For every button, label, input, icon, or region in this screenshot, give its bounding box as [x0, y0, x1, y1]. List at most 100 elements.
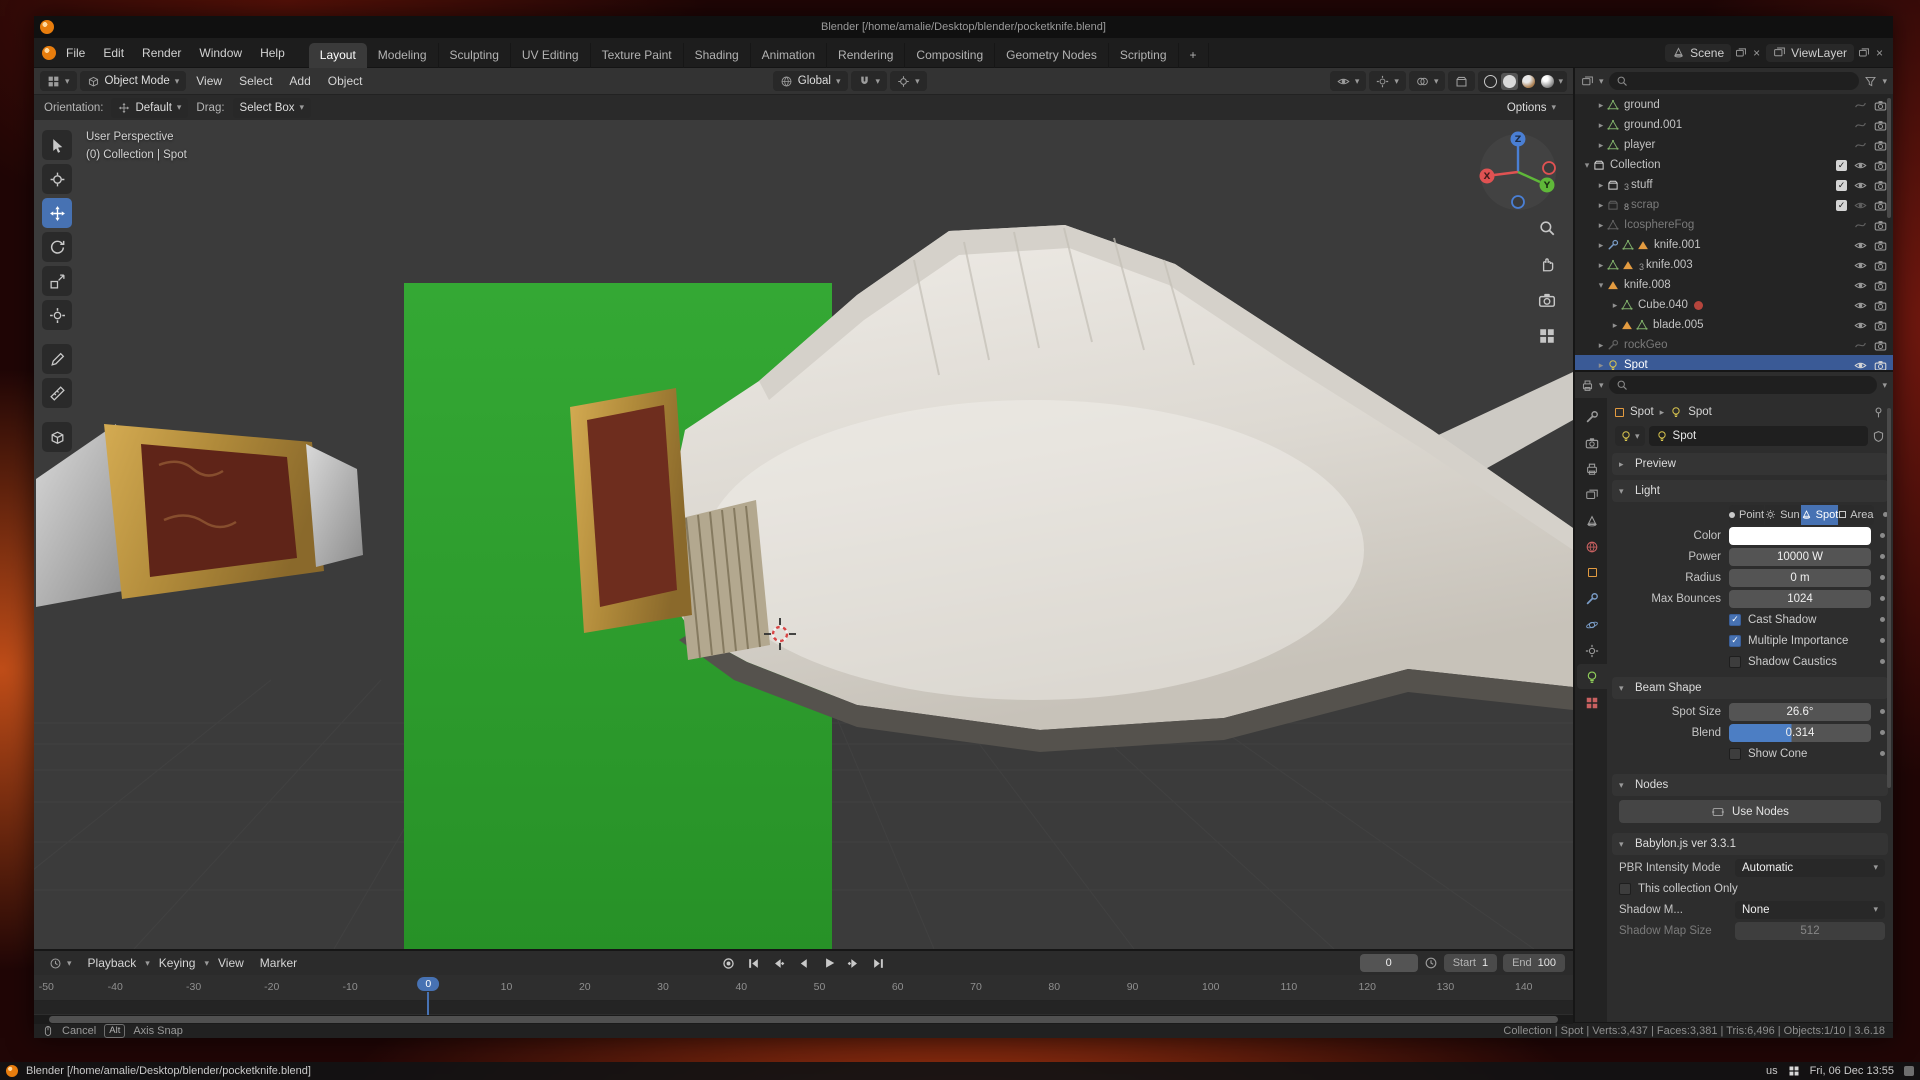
outliner-item-label[interactable]: player: [1624, 139, 1655, 151]
new-scene-icon[interactable]: [1735, 47, 1747, 59]
render-visibility-icon[interactable]: [1874, 139, 1887, 152]
prev-keyframe-button[interactable]: [768, 954, 790, 972]
section-light[interactable]: ▾ Light: [1612, 480, 1888, 502]
timeline-menu-view[interactable]: View: [211, 956, 251, 970]
properties-scrollbar[interactable]: [1887, 408, 1891, 788]
new-viewlayer-icon[interactable]: [1858, 47, 1870, 59]
animation-curve-icon[interactable]: [1854, 99, 1867, 112]
chevron-down-icon[interactable]: ▾: [1882, 76, 1887, 87]
filter-funnel-icon[interactable]: [1864, 75, 1877, 88]
breadcrumb-leaf[interactable]: Spot: [1688, 406, 1712, 418]
gizmo-x-neg-axis[interactable]: [1543, 162, 1555, 174]
spot-size-field[interactable]: 26.6°: [1729, 703, 1871, 721]
overlays-dropdown[interactable]: ▾: [1409, 71, 1446, 91]
section-babylon[interactable]: ▾ Babylon.js ver 3.3.1: [1612, 833, 1888, 855]
outliner-item-label[interactable]: knife.001: [1654, 239, 1701, 251]
properties-tab-scene[interactable]: [1577, 508, 1607, 533]
expand-arrow-icon[interactable]: ▸: [1595, 140, 1607, 151]
timeline-scrollbar-thumb[interactable]: [49, 1016, 1557, 1023]
show-cone-checkbox[interactable]: [1729, 748, 1741, 760]
show-desktop-widget[interactable]: [1904, 1066, 1914, 1076]
workspace-tab-scripting[interactable]: Scripting: [1109, 43, 1179, 68]
expand-arrow-icon[interactable]: ▸: [1595, 340, 1607, 351]
shading-material-button[interactable]: [1520, 73, 1537, 90]
outliner-item-label[interactable]: scrap: [1631, 199, 1659, 211]
outliner-item-label[interactable]: knife.003: [1646, 259, 1693, 271]
workspace-tab-layout[interactable]: Layout: [309, 43, 367, 68]
window-titlebar[interactable]: Blender [/home/amalie/Desktop/blender/po…: [34, 16, 1893, 38]
menu-file[interactable]: File: [58, 43, 93, 63]
outliner-row-knife-008[interactable]: ▾ knife.008: [1575, 275, 1893, 295]
render-visibility-icon[interactable]: [1874, 99, 1887, 112]
gizmo-z-neg-axis[interactable]: [1512, 196, 1524, 208]
pan-button[interactable]: [1535, 252, 1559, 276]
play-reverse-button[interactable]: [793, 954, 815, 972]
animate-dot[interactable]: [1880, 709, 1885, 714]
render-visibility-icon[interactable]: [1874, 299, 1887, 312]
render-visibility-icon[interactable]: [1874, 219, 1887, 232]
timeline-menu-playback[interactable]: Playback: [81, 956, 144, 970]
outliner-row-ground[interactable]: ▸ ground: [1575, 95, 1893, 115]
viewport-menu-object[interactable]: Object: [321, 74, 370, 88]
outliner-row-player[interactable]: ▸ player: [1575, 135, 1893, 155]
scale-tool[interactable]: [42, 266, 72, 296]
properties-tab-output[interactable]: [1577, 456, 1607, 481]
taskbar-clock[interactable]: Fri, 06 Dec 13:55: [1810, 1065, 1894, 1077]
light-type-spot[interactable]: Spot: [1801, 505, 1839, 525]
cast-shadow-checkbox[interactable]: ✓: [1729, 614, 1741, 626]
chevron-down-icon[interactable]: ▾: [1599, 76, 1604, 87]
outliner-row-collection[interactable]: ▾ Collection ✓: [1575, 155, 1893, 175]
animate-dot[interactable]: [1880, 659, 1885, 664]
shading-rendered-button[interactable]: [1539, 73, 1556, 90]
chevron-down-icon[interactable]: ▾: [1558, 76, 1563, 87]
eye-icon[interactable]: [1854, 159, 1867, 172]
timeline-editor-type-button[interactable]: ▾: [42, 953, 79, 973]
render-visibility-icon[interactable]: [1874, 359, 1887, 371]
properties-tab-physics[interactable]: [1577, 612, 1607, 637]
render-visibility-icon[interactable]: [1874, 279, 1887, 292]
chevron-down-icon[interactable]: ▾: [1599, 380, 1604, 391]
timeline-track[interactable]: [34, 1001, 1573, 1014]
outliner-item-label[interactable]: knife.008: [1624, 279, 1671, 291]
add-cube-tool[interactable]: [42, 422, 72, 452]
properties-tab-object[interactable]: [1577, 560, 1607, 585]
power-field[interactable]: 10000 W: [1729, 548, 1871, 566]
frame-start-field[interactable]: Start 1: [1444, 954, 1497, 972]
timeline-scrollbar[interactable]: [34, 1015, 1573, 1024]
viewport-menu-select[interactable]: Select: [232, 74, 279, 88]
animate-dot[interactable]: [1880, 575, 1885, 580]
outliner-scrollbar[interactable]: [1887, 98, 1891, 218]
outliner-row-knife-001[interactable]: ▸ knife.001: [1575, 235, 1893, 255]
cursor-tool[interactable]: [42, 164, 72, 194]
collapse-arrow-icon[interactable]: ▾: [1595, 280, 1607, 291]
expand-arrow-icon[interactable]: ▸: [1595, 220, 1607, 231]
mode-dropdown[interactable]: Object Mode ▾: [80, 71, 187, 91]
animation-curve-icon[interactable]: [1854, 119, 1867, 132]
radius-field[interactable]: 0 m: [1729, 569, 1871, 587]
animation-curve-icon[interactable]: [1854, 139, 1867, 152]
properties-tab-modifiers[interactable]: [1577, 586, 1607, 611]
outliner-item-label[interactable]: Collection: [1610, 159, 1661, 171]
auto-keying-button[interactable]: [718, 954, 740, 972]
section-nodes[interactable]: ▾ Nodes: [1612, 774, 1888, 796]
properties-tab-texture[interactable]: [1577, 690, 1607, 715]
shadow-caustics-checkbox[interactable]: [1729, 656, 1741, 668]
preview-range-clock-icon[interactable]: [1424, 956, 1438, 970]
light-type-point[interactable]: Point: [1729, 505, 1764, 525]
shading-wireframe-button[interactable]: [1482, 73, 1499, 90]
properties-tab-view-layer[interactable]: [1577, 482, 1607, 507]
annotate-tool[interactable]: [42, 344, 72, 374]
render-visibility-icon[interactable]: [1874, 119, 1887, 132]
eye-icon[interactable]: [1854, 259, 1867, 272]
eye-icon[interactable]: [1854, 179, 1867, 192]
keyboard-layout-indicator[interactable]: us: [1766, 1065, 1778, 1077]
properties-tab-object-data[interactable]: [1577, 664, 1607, 689]
menu-edit[interactable]: Edit: [95, 43, 132, 63]
proportional-edit-toggle[interactable]: ▾: [890, 71, 927, 91]
workspace-tab-texture-paint[interactable]: Texture Paint: [591, 43, 684, 68]
render-visibility-icon[interactable]: [1874, 199, 1887, 212]
animate-dot[interactable]: [1880, 533, 1885, 538]
collection-checkbox[interactable]: ✓: [1836, 180, 1847, 191]
blender-menu-icon[interactable]: [42, 46, 56, 60]
shadow-map-size-field[interactable]: 512: [1735, 922, 1885, 940]
